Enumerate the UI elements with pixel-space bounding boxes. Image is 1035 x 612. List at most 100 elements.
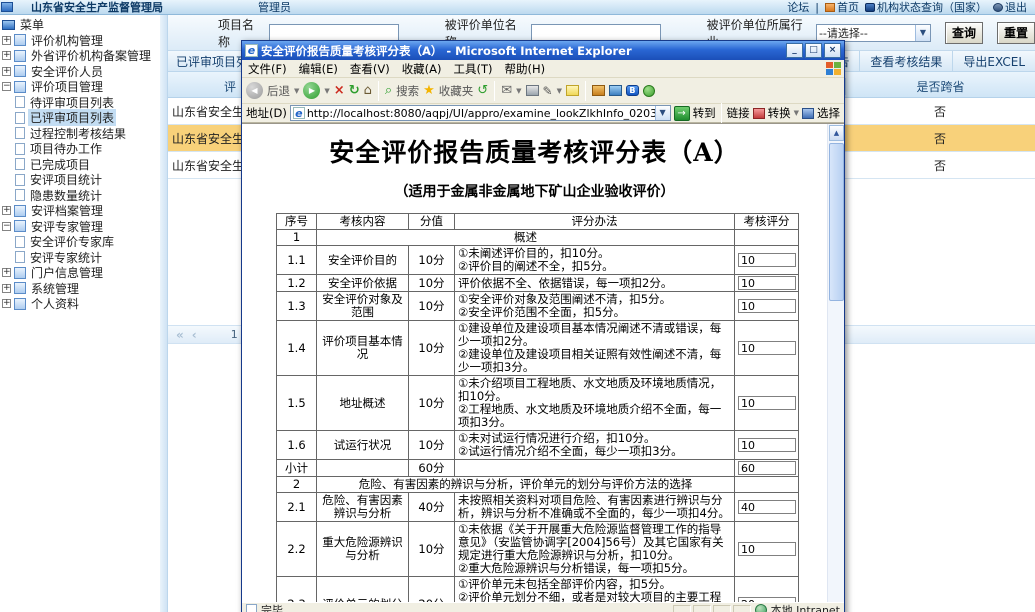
score-input[interactable]: 10	[738, 438, 796, 452]
sidebar-item-外省评价机构备案管理[interactable]: +外省评价机构备案管理	[2, 48, 167, 64]
project-name-input[interactable]	[269, 24, 399, 42]
menu-item-文件(F)[interactable]: 文件(F)	[248, 61, 287, 77]
score-input[interactable]: 10	[738, 276, 796, 290]
edit-dropdown-icon[interactable]: ▼	[557, 87, 562, 95]
address-input[interactable]: e http://localhost:8080/aqpj/UI/appro/ex…	[290, 105, 671, 121]
bluetooth-icon[interactable]: B	[626, 85, 639, 96]
sidebar-item-安全评价专家库[interactable]: 安全评价专家库	[2, 234, 167, 250]
back-dropdown-icon[interactable]: ▼	[294, 87, 299, 95]
reset-button[interactable]: 重置	[997, 22, 1035, 44]
msn-icon[interactable]	[643, 85, 655, 97]
score-input[interactable]: 10	[738, 299, 796, 313]
sidebar-item-个人资料[interactable]: +个人资料	[2, 296, 167, 312]
home-link[interactable]: 首页	[825, 0, 859, 15]
sidebar-item-已完成项目[interactable]: 已完成项目	[2, 157, 167, 173]
back-button[interactable]: ◀	[246, 82, 263, 99]
unit-name-input[interactable]	[531, 24, 661, 42]
score-input[interactable]: 10	[738, 542, 796, 556]
forum-link[interactable]: 论坛	[787, 0, 809, 15]
menu-item-查看(V)[interactable]: 查看(V)	[350, 61, 390, 77]
convert-icon[interactable]	[753, 108, 765, 119]
links-label[interactable]: 链接	[727, 105, 750, 121]
convert-dropdown-icon[interactable]: ▼	[794, 109, 799, 117]
popup-address-bar: 地址(D) e http://localhost:8080/aqpj/UI/ap…	[242, 104, 844, 123]
score-input[interactable]: 60	[738, 461, 796, 475]
menu-item-帮助(H)[interactable]: 帮助(H)	[505, 61, 546, 77]
export-excel-button[interactable]: 导出EXCEL	[952, 51, 1035, 71]
sidebar-scrollbar[interactable]	[160, 15, 167, 612]
scrollbar-thumb[interactable]	[829, 143, 844, 301]
history-icon[interactable]: ↺	[477, 83, 488, 98]
messenger-icon[interactable]	[592, 85, 605, 96]
view-result-button[interactable]: 查看考核结果	[859, 51, 952, 71]
folder-icon	[14, 81, 26, 93]
score-input[interactable]: 10	[738, 341, 796, 355]
address-dropdown-icon[interactable]: ▼	[655, 106, 670, 120]
sidebar-item-安评档案管理[interactable]: +安评档案管理	[2, 203, 167, 219]
industry-select[interactable]: --请选择-- ▼	[816, 24, 931, 42]
tree-toggle-icon[interactable]: +	[2, 67, 11, 76]
sidebar-item-待评审项目列表[interactable]: 待评审项目列表	[2, 95, 167, 111]
home-toolbar-icon[interactable]: ⌂	[364, 83, 372, 98]
sidebar-item-过程控制考核结果[interactable]: 过程控制考核结果	[2, 126, 167, 142]
sidebar-item-安评专家管理[interactable]: −安评专家管理	[2, 219, 167, 235]
sidebar-item-门户信息管理[interactable]: +门户信息管理	[2, 265, 167, 281]
select-icon[interactable]	[802, 108, 814, 119]
sidebar-item-已评审项目列表[interactable]: 已评审项目列表	[2, 110, 167, 126]
menu-item-工具(T)[interactable]: 工具(T)	[454, 61, 493, 77]
first-page-icon[interactable]: «	[176, 328, 184, 342]
sidebar-item-安全评价人员[interactable]: +安全评价人员	[2, 64, 167, 80]
stop-icon[interactable]: ×	[334, 83, 345, 98]
sidebar-item-隐患数量统计[interactable]: 隐患数量统计	[2, 188, 167, 204]
logout-link[interactable]: 退出	[993, 0, 1027, 15]
tree-toggle-icon[interactable]: +	[2, 284, 11, 293]
sidebar-item-系统管理[interactable]: +系统管理	[2, 281, 167, 297]
notes-icon[interactable]	[566, 85, 579, 96]
forward-button[interactable]: ▶	[303, 82, 320, 99]
tree-toggle-icon[interactable]: +	[2, 206, 11, 215]
sidebar-item-安评项目统计[interactable]: 安评项目统计	[2, 172, 167, 188]
mail-dropdown-icon[interactable]: ▼	[516, 87, 521, 95]
go-label[interactable]: 转到	[693, 105, 716, 121]
select-label[interactable]: 选择	[817, 105, 840, 121]
menu-item-编辑(E)[interactable]: 编辑(E)	[299, 61, 338, 77]
popup-title-bar[interactable]: e 安全评价报告质量考核评分表（A） - Microsoft Internet …	[242, 41, 844, 60]
query-button[interactable]: 查询	[945, 22, 983, 44]
toolbar-divider	[494, 81, 495, 101]
sidebar-item-评价项目管理[interactable]: −评价项目管理	[2, 79, 167, 95]
tree-toggle-icon[interactable]: −	[2, 222, 11, 231]
sidebar-item-评价机构管理[interactable]: +评价机构管理	[2, 33, 167, 49]
maximize-button[interactable]: □	[805, 43, 822, 58]
org-status-link[interactable]: 机构状态查询（国家）	[865, 0, 987, 15]
tree-toggle-icon[interactable]: +	[2, 36, 11, 45]
go-icon[interactable]: →	[674, 106, 690, 121]
prev-page-icon[interactable]: ‹	[192, 328, 197, 342]
edit-icon[interactable]: ✎	[543, 84, 553, 98]
refresh-icon[interactable]: ↻	[349, 83, 360, 98]
sidebar-root[interactable]: 菜单	[2, 17, 167, 33]
search-icon[interactable]: ⌕	[385, 83, 392, 98]
sidebar-item-项目待办工作[interactable]: 项目待办工作	[2, 141, 167, 157]
minimize-button[interactable]: _	[786, 43, 803, 58]
method-cell: ①评价单元未包括全部评价内容，扣5分。 ②评价单元划分不细，或者是对较大项目的主…	[455, 577, 735, 603]
score-input[interactable]: 10	[738, 396, 796, 410]
research-icon[interactable]	[609, 85, 622, 96]
tree-toggle-icon[interactable]: +	[2, 299, 11, 308]
menu-item-收藏(A)[interactable]: 收藏(A)	[402, 61, 442, 77]
vertical-scrollbar[interactable]: ▲	[827, 124, 844, 602]
score-input[interactable]: 40	[738, 500, 796, 514]
favorites-icon[interactable]: ★	[423, 83, 435, 98]
score-input[interactable]: 10	[738, 253, 796, 267]
close-button[interactable]: ×	[824, 43, 841, 58]
forward-dropdown-icon[interactable]: ▼	[324, 87, 329, 95]
sidebar-item-安评专家统计[interactable]: 安评专家统计	[2, 250, 167, 266]
mail-icon[interactable]: ✉	[501, 83, 512, 98]
score-input[interactable]: 20	[738, 597, 796, 602]
convert-label[interactable]: 转换	[768, 105, 791, 121]
print-icon[interactable]	[526, 85, 539, 96]
tree-toggle-icon[interactable]: +	[2, 268, 11, 277]
tree-toggle-icon[interactable]: −	[2, 82, 11, 91]
scroll-up-icon[interactable]: ▲	[829, 125, 844, 141]
folder-icon	[14, 282, 26, 294]
tree-toggle-icon[interactable]: +	[2, 51, 11, 60]
